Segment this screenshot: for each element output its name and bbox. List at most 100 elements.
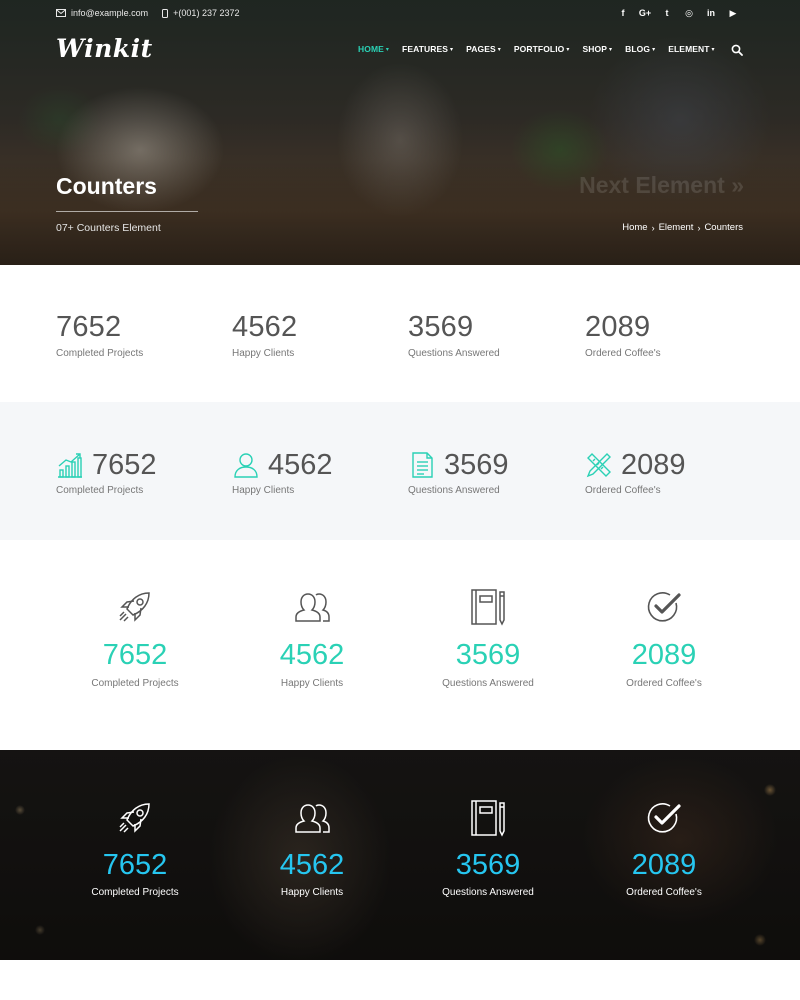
linkedin-icon[interactable]: in [700,6,722,20]
nav-item-blog[interactable]: BLOG ▾ [625,44,655,54]
envelope-icon [56,9,66,17]
youtube-icon[interactable]: ▶ [722,6,744,20]
counter-value: 7652 [92,449,157,481]
counter-label: Completed Projects [56,485,144,496]
page-subtitle: 07+ Counters Element [56,222,161,234]
chevron-right-icon: › [697,222,701,233]
counter-value: 3569 [455,849,521,881]
counters-centered-section: 7652 Completed Projects 4562 Happy Clien… [0,540,800,750]
counter-item: 2089 Ordered Coffee's [589,587,739,689]
counter-item: 4562 Happy Clients [237,798,387,898]
counter-label: Completed Projects [56,348,144,359]
twitter-icon[interactable]: t [656,6,678,20]
contact-email-text: info@example.com [71,8,149,18]
check-circle-icon [647,803,681,833]
notebook-pencil-icon [471,800,505,837]
contact-phone[interactable]: +(001) 237 2372 [162,8,239,18]
chevron-down-icon: ▾ [609,46,613,53]
nav-item-label: FEATURES [402,44,449,54]
nav-item-label: PORTFOLIO [513,44,565,54]
counters-inline-icon-section: 7652 Completed Projects 4562 Happy Clien… [0,402,800,540]
counter-label: Ordered Coffee's [626,678,702,689]
counter-value: 2089 [631,849,697,881]
counter-item: 7652 Completed Projects [60,798,210,898]
counter-item: 7652 Completed Projects [56,450,157,496]
counter-label: Ordered Coffee's [585,485,661,496]
rocket-icon [119,803,150,833]
counter-label: Happy Clients [280,887,344,898]
breadcrumb-element[interactable]: Element [659,222,694,233]
counter-item: 4562 Happy Clients [232,312,297,359]
nav-item-pages[interactable]: PAGES ▾ [466,44,501,54]
counters-dark-section: 7652 Completed Projects 4562 Happy Clien… [0,750,800,960]
nav-item-shop[interactable]: SHOP ▾ [583,44,613,54]
counter-label: Completed Projects [91,678,179,689]
page-footer-spacer [0,960,800,1000]
chevron-down-icon: ▾ [711,46,715,53]
counters-plain-section: 7652 Completed Projects 4562 Happy Clien… [0,265,800,402]
top-contact-bar: info@example.com +(001) 237 2372 f G+ t … [56,6,744,20]
counter-label: Questions Answered [442,887,534,898]
counter-label: Happy Clients [232,485,295,496]
site-logo[interactable]: Winkit [56,34,153,63]
contact-phone-text: +(001) 237 2372 [173,8,240,18]
page-title: Counters [56,173,157,199]
main-navigation: HOME ▾ FEATURES ▾ PAGES ▾ PORTFOLIO ▾ SHOP ▾ … [358,44,728,54]
counter-value: 3569 [408,311,474,343]
counter-value: 4562 [279,849,345,881]
page-header-hero: info@example.com +(001) 237 2372 f G+ t … [0,0,800,265]
counter-item: 7652 Completed Projects [60,587,210,689]
document-icon [412,452,433,478]
counter-label: Happy Clients [280,678,344,689]
counter-item: 3569 Questions Answered [408,312,500,359]
breadcrumb-current: Counters [704,222,743,233]
counter-item: 2089 Ordered Coffee's [589,798,739,898]
pencil-ruler-icon [586,453,611,478]
breadcrumb-home[interactable]: Home [622,222,647,233]
counter-value: 4562 [279,639,345,671]
user-icon [234,453,258,478]
counter-value: 4562 [268,449,333,481]
growth-chart-icon [58,453,82,478]
nav-item-label: HOME [358,44,384,54]
counter-value: 7652 [56,311,122,343]
nav-item-home[interactable]: HOME ▾ [358,44,389,54]
counter-value: 3569 [444,449,509,481]
notebook-pencil-icon [471,589,505,626]
title-divider [56,211,198,212]
search-icon[interactable] [731,44,743,56]
breadcrumb: Home › Element › Counters [622,222,743,233]
counter-value: 7652 [102,639,168,671]
users-icon [295,593,330,622]
counter-label: Ordered Coffee's [585,348,661,359]
counter-label: Questions Answered [408,348,500,359]
counter-item: 7652 Completed Projects [56,312,143,359]
counter-item: 3569 Questions Answered [413,798,563,898]
counter-value: 7652 [102,849,168,881]
nav-item-label: PAGES [466,44,496,54]
next-element-link[interactable]: Next Element » [579,172,744,199]
counter-label: Questions Answered [408,485,500,496]
google-plus-icon[interactable]: G+ [634,6,656,20]
nav-item-portfolio[interactable]: PORTFOLIO ▾ [514,44,570,54]
counter-label: Happy Clients [232,348,295,359]
chevron-right-icon: › [651,222,655,233]
contact-email[interactable]: info@example.com [56,8,148,18]
social-links: f G+ t ◎ in ▶ [612,6,744,20]
nav-item-label: ELEMENT [668,44,710,54]
counter-value: 2089 [631,639,697,671]
counter-value: 3569 [455,639,521,671]
counter-item: 3569 Questions Answered [413,587,563,689]
counter-item: 4562 Happy Clients [237,587,387,689]
counter-value: 2089 [585,311,651,343]
instagram-icon[interactable]: ◎ [678,6,700,20]
facebook-icon[interactable]: f [612,6,634,20]
counter-value: 2089 [621,449,686,481]
counter-label: Questions Answered [442,678,534,689]
nav-item-element[interactable]: ELEMENT ▾ [668,44,714,54]
chevron-down-icon: ▾ [652,46,656,53]
nav-item-label: SHOP [582,44,608,54]
nav-item-features[interactable]: FEATURES ▾ [402,44,453,54]
chevron-down-icon: ▾ [497,46,501,53]
users-icon [295,804,330,833]
